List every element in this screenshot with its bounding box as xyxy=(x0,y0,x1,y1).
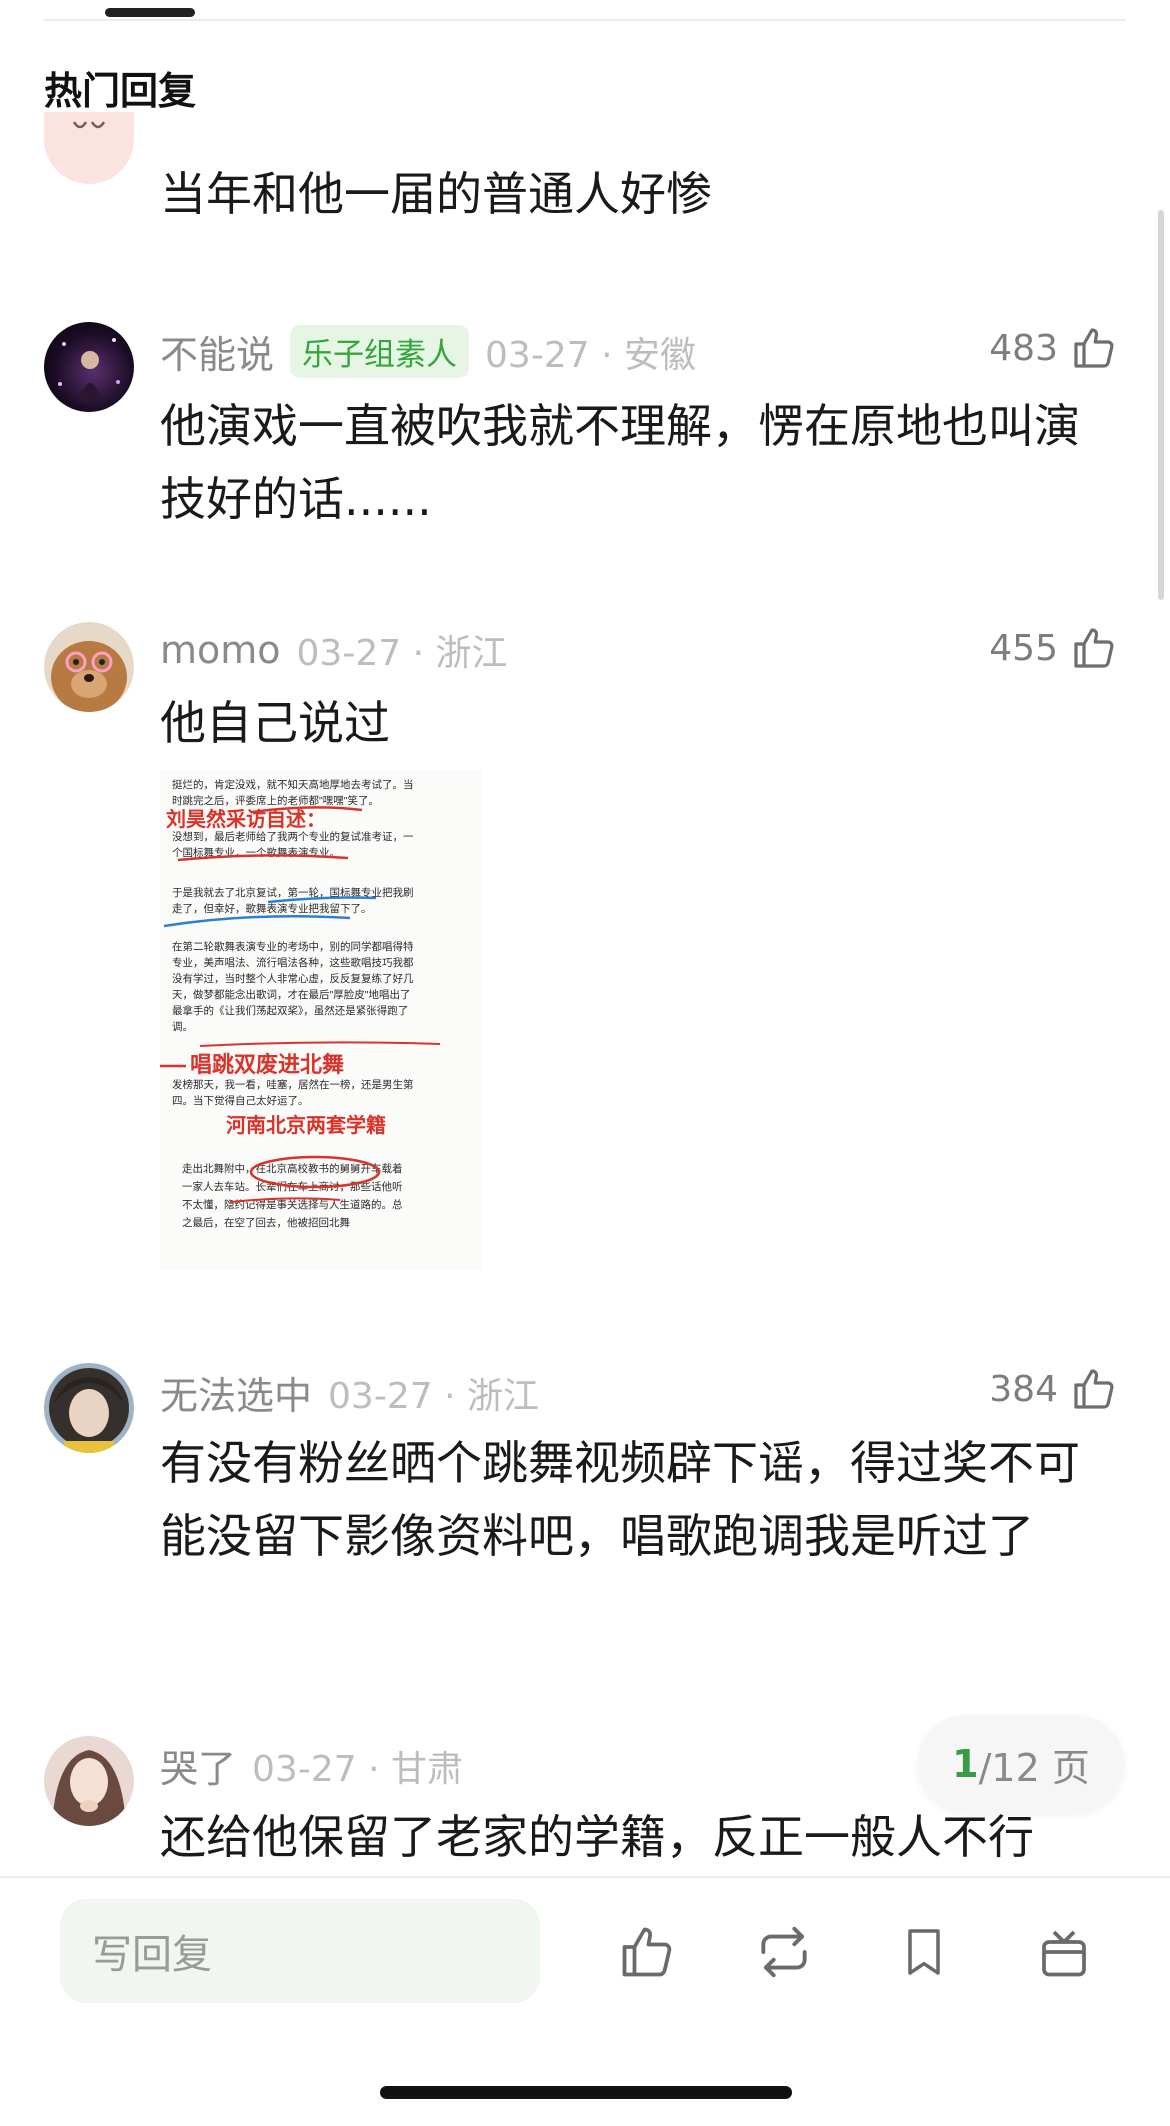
avatar[interactable] xyxy=(44,622,134,712)
comment-text: 他演戏一直被吹我就不理解，愣在原地也叫演技好的话...... xyxy=(160,399,1080,526)
article-line: 没有学过，当时整个人非常心虚，反反复复练了好几 xyxy=(172,972,414,985)
like-button[interactable]: 384 xyxy=(989,1365,1118,1413)
article-line: 调。 xyxy=(172,1021,193,1033)
avatar[interactable] xyxy=(44,112,134,184)
like-count: 384 xyxy=(989,1368,1058,1410)
bottom-divider xyxy=(0,1876,1170,1878)
user-badge[interactable]: 乐子组素人 xyxy=(290,325,470,378)
avatar-face-icon xyxy=(72,121,106,129)
comment-header: momo 03-27 · 浙江 xyxy=(160,624,507,676)
like-count: 455 xyxy=(989,627,1058,669)
home-indicator[interactable] xyxy=(380,2086,792,2099)
article-line: 最拿手的《让我们荡起双桨》，虽然还是紧张得跑了 xyxy=(172,1004,408,1017)
total-pages: /12 页 xyxy=(978,1745,1090,1790)
annotation-title: 刘昊然采访自述： xyxy=(166,807,326,831)
comment-header: 哭了 03-27 · 甘肃 xyxy=(160,1738,463,1793)
thumbs-up-icon xyxy=(1074,1369,1114,1409)
gift-button[interactable] xyxy=(1032,1920,1096,1984)
like-post-button[interactable] xyxy=(615,1920,679,1984)
thumbs-up-icon xyxy=(622,1927,672,1977)
article-line: 在第二轮歌舞表演专业的考场中，别的同学都唱得特 xyxy=(172,940,414,953)
username[interactable]: 不能说 xyxy=(160,324,274,379)
article-line: 专业，美声唱法、流行唱法各种，这些歌唱技巧我都 xyxy=(172,956,414,969)
like-button[interactable]: 455 xyxy=(989,624,1118,672)
top-divider xyxy=(44,19,1126,21)
avatar-person-icon xyxy=(52,1750,126,1826)
comment-text: 他自己说过 xyxy=(160,696,390,750)
scrollbar[interactable] xyxy=(1158,210,1164,600)
section-title: 热门回复 xyxy=(44,69,197,113)
article-line: 之最后，在空了回去，他被招回北舞 xyxy=(182,1216,350,1229)
avatar[interactable] xyxy=(44,1736,134,1826)
article-line: 天，做梦都能念出歌词，才在最后"厚脸皮"地唱出了 xyxy=(172,988,410,1001)
avatar[interactable] xyxy=(44,322,134,412)
bookmark-icon xyxy=(908,1929,940,1975)
annotation-dance: 唱跳双废进北舞 xyxy=(190,1052,344,1077)
comment-header: 无法选中 03-27 · 浙江 xyxy=(160,1365,539,1420)
article-line: 时跳完之后，评委席上的老师都"嘿嘿"笑了。 xyxy=(172,794,379,807)
reply-input[interactable]: 写回复 xyxy=(60,1899,540,2003)
comment-meta: 03-27 · 浙江 xyxy=(328,1375,539,1417)
repost-icon xyxy=(761,1926,807,1978)
reply-placeholder: 写回复 xyxy=(92,1932,212,1978)
like-button[interactable]: 483 xyxy=(989,324,1118,372)
thumbs-up-icon xyxy=(1074,628,1114,668)
comment-text: 有没有粉丝晒个跳舞视频辟下谣，得过奖不可能没留下影像资料吧，唱歌跑调我是听过了 xyxy=(160,1436,1080,1563)
avatar-dog-icon xyxy=(51,641,127,712)
article-line: 没想到，最后老师给了我两个专业的复试准考证，一 xyxy=(172,830,414,843)
article-line: 走了，但幸好，歌舞表演专业把我留下了。 xyxy=(172,902,372,915)
comment-text: 当年和他一届的普通人好惨 xyxy=(160,167,712,221)
username[interactable]: momo xyxy=(160,628,281,672)
username[interactable]: 哭了 xyxy=(160,1738,236,1793)
current-page: 1 xyxy=(952,1742,979,1786)
article-line: 于是我就去了北京复试，第一轮，国标舞专业把我刷 xyxy=(172,886,414,899)
gift-icon xyxy=(1042,1930,1086,1977)
thumbs-up-icon xyxy=(1074,328,1114,368)
article-line: 挺烂的，肯定没戏，就不知天高地厚地去考试了。当 xyxy=(172,778,414,791)
bookmark-button[interactable] xyxy=(892,1920,956,1984)
article-line: 不太懂，隐约记得是事关选择与人生道路的。总 xyxy=(182,1198,403,1211)
avatar[interactable] xyxy=(44,1363,134,1453)
username[interactable]: 无法选中 xyxy=(160,1365,312,1420)
avatar-figure-icon xyxy=(58,338,120,402)
article-screenshot: 挺烂的，肯定没戏，就不知天高地厚地去考试了。当 时跳完之后，评委席上的老师都"嘿… xyxy=(160,778,441,1229)
repost-button[interactable] xyxy=(752,1920,816,1984)
comment-meta: 03-27 · 浙江 xyxy=(296,633,508,674)
article-line: 四。当下觉得自己太好运了。 xyxy=(172,1094,309,1107)
top-drag-handle[interactable] xyxy=(105,8,195,17)
page-indicator[interactable]: 1/12 页 xyxy=(918,1715,1124,1813)
comment-image[interactable]: 挺烂的，肯定没戏，就不知天高地厚地去考试了。当 时跳完之后，评委席上的老师都"嘿… xyxy=(160,770,482,1270)
comment-meta: 03-27 · 安徽 xyxy=(485,334,696,376)
comment-meta: 03-27 · 甘肃 xyxy=(252,1748,463,1790)
annotation-enrollment: 河南北京两套学籍 xyxy=(226,1113,386,1137)
avatar-person-icon xyxy=(49,1368,129,1453)
like-count: 483 xyxy=(989,327,1058,369)
article-line: 发榜那天，我一看，哇塞，居然在一榜，还是男生第 xyxy=(172,1078,414,1091)
comment-header: 不能说 乐子组素人 03-27 · 安徽 xyxy=(160,324,696,379)
